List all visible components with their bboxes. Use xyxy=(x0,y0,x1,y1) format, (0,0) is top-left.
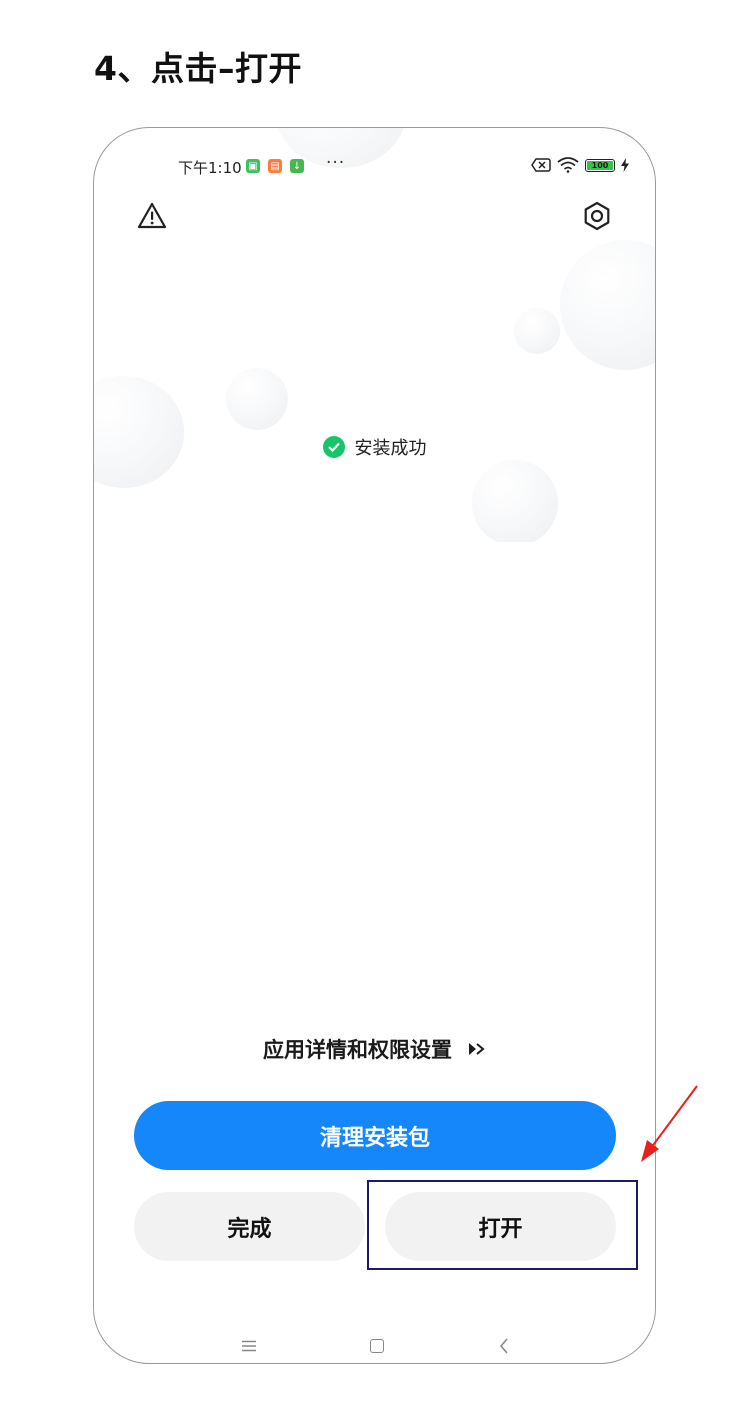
status-bar: 下午1:10 ▣ ▤ ↓ ··· 100 xyxy=(94,153,655,178)
app-notification-icon: ▣ xyxy=(246,159,260,173)
decor-bubble xyxy=(560,240,655,370)
decor-bubble xyxy=(226,368,288,430)
phone-screen: 下午1:10 ▣ ▤ ↓ ··· 100 安装成功 应用详情和权限设置 清理安装… xyxy=(93,127,656,1364)
success-check-icon xyxy=(322,436,345,458)
battery-level: 100 xyxy=(591,160,609,170)
wifi-icon xyxy=(557,157,579,173)
open-button-highlight xyxy=(367,1180,638,1270)
clean-package-button[interactable]: 清理安装包 xyxy=(134,1101,616,1170)
more-notifications-icon: ··· xyxy=(326,153,346,173)
app-details-label: 应用详情和权限设置 xyxy=(263,1038,452,1062)
warning-triangle-icon[interactable] xyxy=(136,200,168,232)
app-details-link[interactable]: 应用详情和权限设置 xyxy=(94,1034,655,1064)
app-notification-icon: ▤ xyxy=(268,159,282,173)
page: 4、点击–打开 下午1:10 ▣ ▤ ↓ ··· 100 安装成功 应用详情和权… xyxy=(0,0,750,1404)
back-icon[interactable] xyxy=(498,1338,510,1354)
install-status: 安装成功 xyxy=(94,434,655,460)
no-sim-icon xyxy=(531,158,551,172)
step-title: 4、点击–打开 xyxy=(94,49,302,88)
settings-hex-icon[interactable] xyxy=(581,200,613,232)
decor-bubble xyxy=(472,460,558,546)
status-time: 下午1:10 xyxy=(178,159,242,177)
navigation-bar xyxy=(94,1320,655,1363)
download-notification-icon: ↓ xyxy=(290,159,304,173)
pointer-arrow-icon xyxy=(641,1085,698,1162)
home-icon[interactable] xyxy=(370,1339,384,1353)
charging-icon xyxy=(621,158,629,172)
install-success-text: 安装成功 xyxy=(354,438,427,459)
status-right-group: 100 xyxy=(531,157,629,173)
decor-bubble xyxy=(514,308,560,354)
battery-icon: 100 xyxy=(585,158,615,172)
menu-icon[interactable] xyxy=(242,1340,256,1352)
done-button[interactable]: 完成 xyxy=(134,1192,365,1261)
decor-mask xyxy=(454,542,574,582)
decor-bubble xyxy=(94,376,184,488)
double-arrow-icon xyxy=(469,1043,485,1055)
